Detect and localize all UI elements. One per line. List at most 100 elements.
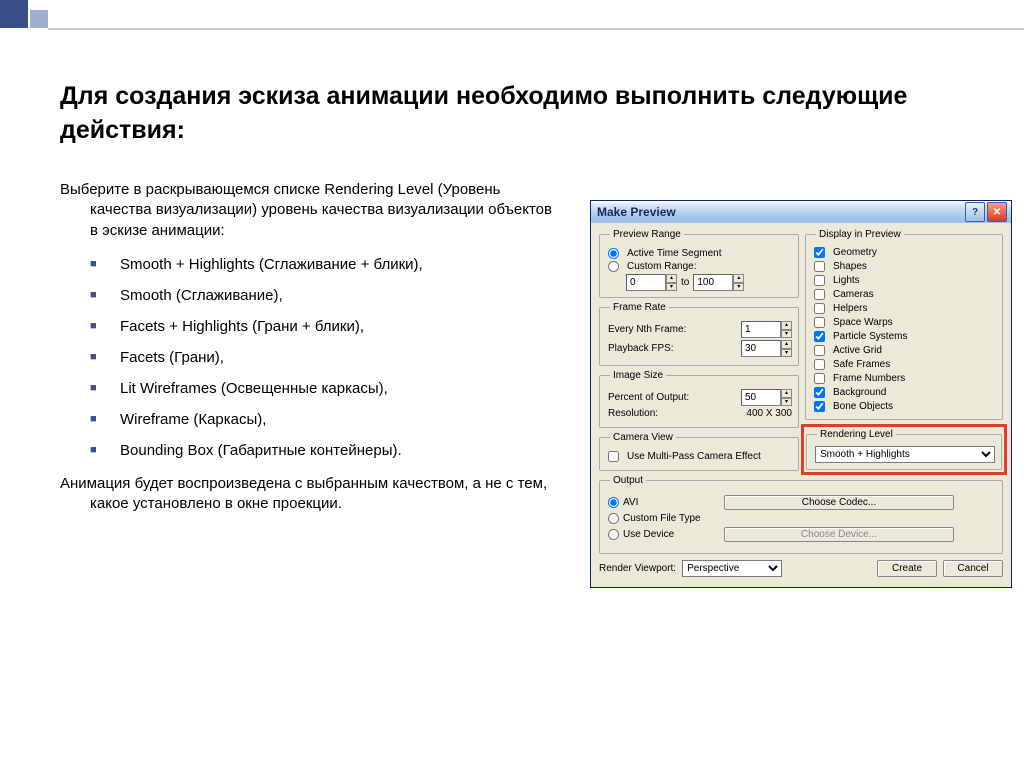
spin-down[interactable]: ▾ (781, 398, 792, 407)
spin-up[interactable]: ▴ (733, 274, 744, 283)
list-item: Smooth + Highlights (Сглаживание + блики… (90, 256, 560, 273)
use-device-radio[interactable] (608, 529, 619, 540)
display-checkbox[interactable] (814, 387, 825, 398)
display-checkbox[interactable] (814, 289, 825, 300)
spin-down[interactable]: ▾ (781, 349, 792, 358)
display-item-label: Particle Systems (833, 331, 907, 342)
display-preview-legend: Display in Preview (816, 229, 904, 240)
avi-radio[interactable] (608, 497, 619, 508)
frame-rate-group: Frame Rate Every Nth Frame:▴▾ Playback F… (599, 302, 799, 366)
display-checkbox[interactable] (814, 373, 825, 384)
rendering-level-highlight: Rendering Level Smooth + Highlights (801, 424, 1007, 475)
list-item: Wireframe (Каркасы), (90, 411, 560, 428)
display-item: Geometry (814, 247, 996, 258)
output-legend: Output (610, 475, 646, 486)
custom-file-label: Custom File Type (623, 513, 701, 524)
every-nth-input[interactable] (741, 321, 781, 338)
cancel-button[interactable]: Cancel (943, 560, 1003, 577)
spin-up[interactable]: ▴ (781, 321, 792, 330)
choose-codec-button[interactable]: Choose Codec... (724, 495, 954, 510)
corner-decoration (0, 0, 48, 28)
display-checkbox[interactable] (814, 303, 825, 314)
deco-square-small (30, 10, 48, 28)
rendering-level-group: Rendering Level Smooth + Highlights (806, 429, 1002, 470)
display-item-label: Lights (833, 275, 860, 286)
resolution-label: Resolution: (608, 408, 658, 419)
preview-range-legend: Preview Range (610, 229, 684, 240)
display-item-label: Shapes (833, 261, 867, 272)
display-preview-group: Display in Preview Geometry Shapes Lights C… (805, 229, 1003, 420)
make-preview-dialog: Make Preview ? ✕ Preview Range Active Ti… (590, 200, 1012, 588)
display-item-label: Space Warps (833, 317, 893, 328)
slide-title: Для создания эскиза анимации необходимо … (60, 80, 964, 148)
intro-text: Выберите в раскрывающемся списке Renderi… (60, 180, 560, 241)
help-button[interactable]: ? (965, 202, 985, 222)
display-item: Particle Systems (814, 331, 996, 342)
spin-up[interactable]: ▴ (781, 389, 792, 398)
display-item: Frame Numbers (814, 373, 996, 384)
display-item-label: Background (833, 387, 886, 398)
resolution-value: 400 X 300 (662, 408, 792, 419)
multipass-checkbox[interactable] (608, 451, 619, 462)
range-from-input[interactable] (626, 274, 666, 291)
display-checkbox[interactable] (814, 247, 825, 258)
active-segment-radio[interactable] (608, 248, 619, 259)
playback-fps-label: Playback FPS: (608, 343, 674, 354)
spin-down[interactable]: ▾ (733, 283, 744, 292)
display-item: Shapes (814, 261, 996, 272)
display-checkbox[interactable] (814, 317, 825, 328)
display-item: Safe Frames (814, 359, 996, 370)
display-checkbox[interactable] (814, 261, 825, 272)
rendering-level-select[interactable]: Smooth + Highlights (815, 446, 995, 463)
spin-up[interactable]: ▴ (666, 274, 677, 283)
display-checkbox[interactable] (814, 401, 825, 412)
list-item: Lit Wireframes (Освещенные каркасы), (90, 380, 560, 397)
frame-rate-legend: Frame Rate (610, 302, 669, 313)
display-item: Lights (814, 275, 996, 286)
choose-device-button[interactable]: Choose Device... (724, 527, 954, 542)
options-list: Smooth + Highlights (Сглаживание + блики… (90, 256, 560, 459)
dialog-titlebar[interactable]: Make Preview ? ✕ (591, 201, 1011, 223)
display-item-label: Safe Frames (833, 359, 890, 370)
image-size-legend: Image Size (610, 370, 666, 381)
display-item-label: Geometry (833, 247, 877, 258)
playback-fps-input[interactable] (741, 340, 781, 357)
use-device-label: Use Device (623, 529, 674, 540)
render-viewport-select[interactable]: Perspective (682, 560, 782, 577)
camera-view-group: Camera View Use Multi-Pass Camera Effect (599, 432, 799, 471)
deco-square (0, 0, 28, 28)
display-item: Helpers (814, 303, 996, 314)
display-checkbox[interactable] (814, 331, 825, 342)
display-item: Background (814, 387, 996, 398)
output-group: Output AVI Choose Codec... Custom File T… (599, 475, 1003, 554)
dialog-body: Preview Range Active Time Segment Custom… (591, 223, 1011, 587)
list-item: Smooth (Сглаживание), (90, 287, 560, 304)
close-button[interactable]: ✕ (987, 202, 1007, 222)
range-to-label: to (681, 277, 689, 288)
list-item: Facets (Грани), (90, 349, 560, 366)
display-item-label: Cameras (833, 289, 874, 300)
percent-output-input[interactable] (741, 389, 781, 406)
custom-range-radio[interactable] (608, 261, 619, 272)
create-button[interactable]: Create (877, 560, 937, 577)
range-to-input[interactable] (693, 274, 733, 291)
display-item-label: Helpers (833, 303, 867, 314)
display-checkbox[interactable] (814, 359, 825, 370)
preview-range-group: Preview Range Active Time Segment Custom… (599, 229, 799, 298)
multipass-label: Use Multi-Pass Camera Effect (627, 451, 761, 462)
render-viewport-label: Render Viewport: (599, 563, 676, 574)
dialog-title-text: Make Preview (597, 205, 963, 219)
display-checkbox[interactable] (814, 345, 825, 356)
outro-text: Анимация будет воспроизведена с выбранны… (60, 474, 560, 515)
list-item: Bounding Box (Габаритные контейнеры). (90, 442, 560, 459)
custom-file-radio[interactable] (608, 513, 619, 524)
dialog-footer: Render Viewport: Perspective Create Canc… (599, 560, 1003, 577)
avi-label: AVI (623, 497, 638, 508)
spin-down[interactable]: ▾ (781, 330, 792, 339)
display-checkbox[interactable] (814, 275, 825, 286)
spin-up[interactable]: ▴ (781, 340, 792, 349)
list-item: Facets + Highlights (Грани + блики), (90, 318, 560, 335)
custom-range-label: Custom Range: (627, 261, 696, 272)
spin-down[interactable]: ▾ (666, 283, 677, 292)
image-size-group: Image Size Percent of Output:▴▾ Resoluti… (599, 370, 799, 428)
